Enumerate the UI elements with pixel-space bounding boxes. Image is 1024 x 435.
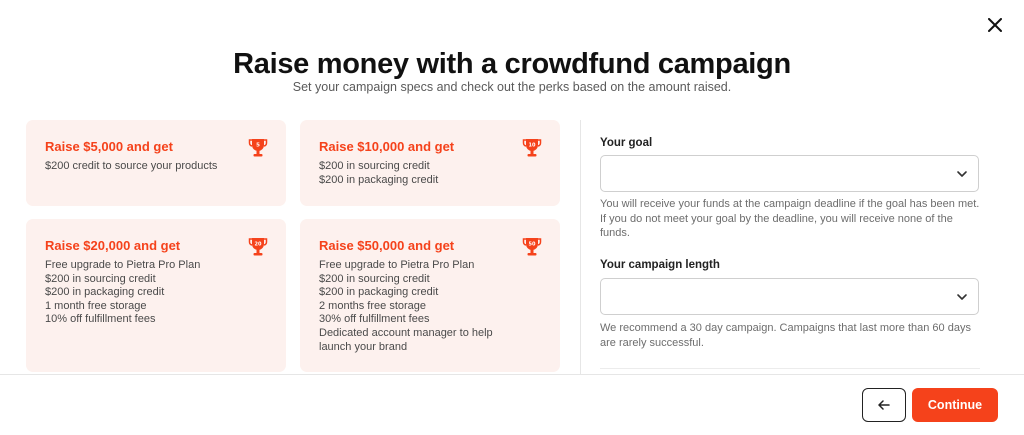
trophy-icon: 20	[248, 238, 268, 256]
perk-card-10k: Raise $10,000 and get $200 in sourcing c…	[300, 120, 560, 206]
continue-button[interactable]: Continue	[912, 388, 998, 422]
perk-line: $200 in packaging credit	[319, 173, 439, 186]
goal-help-text: You will receive your funds at the campa…	[600, 198, 980, 240]
footer-divider	[0, 374, 1024, 375]
trophy-icon: 5	[248, 139, 268, 157]
perk-line: 1 month free storage	[45, 299, 147, 312]
perk-line: $200 in packaging credit	[319, 286, 439, 299]
perk-line: 2 months free storage	[319, 299, 427, 312]
perk-line: 30% off fulfillment fees	[319, 313, 430, 326]
goal-label: Your goal	[600, 137, 653, 149]
trophy-icon: 10	[522, 139, 542, 157]
perk-line: launch your brand	[319, 340, 408, 353]
perk-line: $200 credit to source your products	[45, 160, 218, 172]
campaign-length-label: Your campaign length	[600, 259, 720, 271]
perk-title: Raise $50,000 and get	[319, 238, 455, 253]
modal-title: Raise money with a crowdfund campaign	[233, 48, 791, 80]
column-divider	[580, 120, 581, 375]
perk-title: Raise $20,000 and get	[45, 238, 181, 253]
perk-card-50k: Raise $50,000 and get Free upgrade to Pi…	[300, 219, 560, 372]
trophy-badge: 10	[529, 143, 536, 149]
perk-line: $200 in sourcing credit	[319, 160, 430, 172]
close-button[interactable]	[984, 14, 1006, 36]
form-section-divider	[600, 368, 980, 369]
chevron-down-icon	[957, 294, 967, 300]
perk-line: $200 in packaging credit	[45, 286, 165, 299]
campaign-length-select[interactable]	[600, 278, 979, 315]
perk-line: $200 in sourcing credit	[45, 272, 156, 285]
trophy-badge: 50	[529, 242, 536, 248]
arrow-left-icon	[878, 400, 890, 410]
close-icon	[988, 18, 1002, 32]
perk-title: Raise $10,000 and get	[319, 139, 455, 154]
perk-line: Free upgrade to Pietra Pro Plan	[45, 259, 201, 271]
goal-select[interactable]	[600, 155, 979, 192]
campaign-length-help-text: We recommend a 30 day campaign. Campaign…	[600, 322, 971, 349]
perk-card-20k: Raise $20,000 and get Free upgrade to Pi…	[26, 219, 286, 372]
perk-line: 10% off fulfillment fees	[45, 313, 156, 326]
back-button[interactable]	[862, 388, 906, 422]
chevron-down-icon	[957, 171, 967, 177]
perk-card-5k: Raise $5,000 and get $200 credit to sour…	[26, 120, 286, 206]
perk-line: $200 in sourcing credit	[319, 272, 430, 285]
perk-title: Raise $5,000 and get	[45, 139, 173, 154]
trophy-icon: 50	[522, 238, 542, 256]
trophy-badge: 20	[255, 242, 262, 248]
perk-line: Free upgrade to Pietra Pro Plan	[319, 259, 475, 271]
perk-line: Dedicated account manager to help	[319, 326, 493, 339]
modal-subtitle: Set your campaign specs and check out th…	[292, 80, 732, 94]
trophy-badge: 5	[256, 143, 260, 149]
